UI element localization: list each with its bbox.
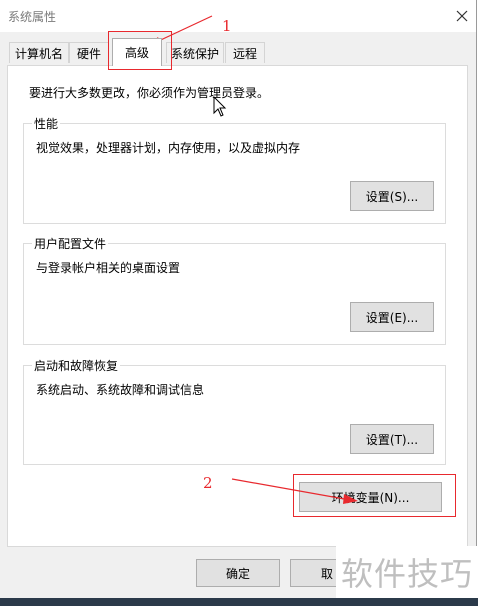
taskbar-strip bbox=[0, 598, 478, 606]
tab-advanced[interactable]: 高级 bbox=[112, 38, 162, 66]
annotation-arrow-2 bbox=[231, 478, 351, 501]
annotation-arrowhead-2 bbox=[343, 494, 358, 504]
watermark-text: 软件技巧 bbox=[336, 546, 478, 598]
tab-label: 高级 bbox=[124, 46, 149, 60]
annotation-arrows bbox=[146, 15, 358, 504]
